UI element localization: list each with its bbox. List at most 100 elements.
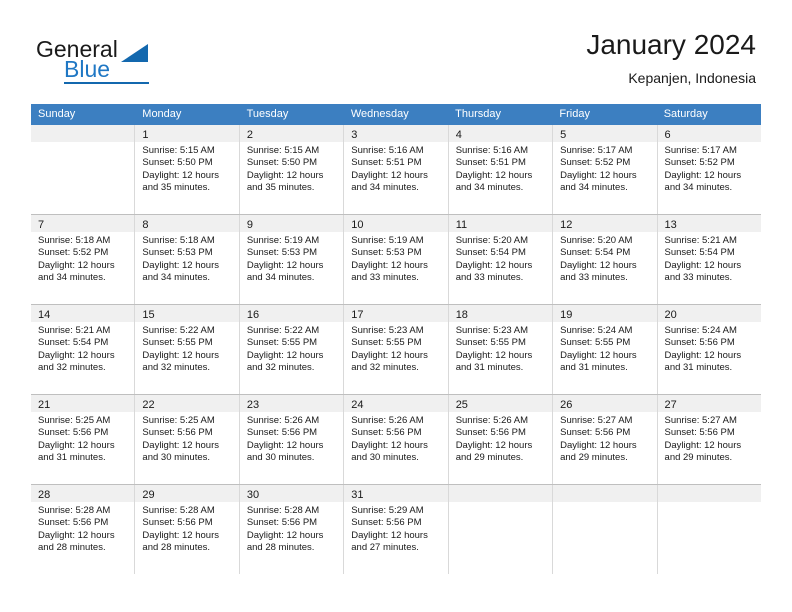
day-cell[interactable]: 16 Sunrise: 5:22 AM Sunset: 5:55 PM Dayligh… — [239, 305, 345, 394]
sunset-text: Sunset: 5:55 PM — [560, 337, 631, 349]
sunrise-text: Sunrise: 5:23 AM — [351, 325, 424, 336]
sunrise-text: Sunrise: 5:17 AM — [560, 145, 633, 156]
daylight-text: Daylight: 12 hours and 34 minutes. — [38, 259, 115, 283]
day-cell[interactable]: 19 Sunrise: 5:24 AM Sunset: 5:55 PM Dayligh… — [553, 305, 658, 394]
day-cell[interactable]: 18 Sunrise: 5:23 AM Sunset: 5:55 PM Dayligh… — [448, 305, 554, 394]
day-info: Sunrise: 5:24 AM Sunset: 5:55 PM Daylight:… — [553, 322, 656, 374]
day-cell[interactable]: 20 Sunrise: 5:24 AM Sunset: 5:56 PM Dayligh… — [657, 305, 761, 394]
day-number-bar: 19 — [553, 305, 657, 322]
day-number: 9 — [246, 219, 253, 231]
day-number: 4 — [455, 129, 462, 141]
sunset-text: Sunset: 5:54 PM — [664, 247, 735, 259]
day-cell[interactable]: 10 Sunrise: 5:19 AM Sunset: 5:53 PM Dayligh… — [344, 215, 449, 304]
sunset-text: Sunset: 5:56 PM — [246, 427, 318, 439]
day-cell-empty — [448, 485, 554, 574]
sunset-text: Sunset: 5:56 PM — [455, 427, 526, 439]
day-cell[interactable]: 5 Sunrise: 5:17 AM Sunset: 5:52 PM Daylight… — [553, 125, 658, 214]
sunrise-text: Sunrise: 5:26 AM — [455, 415, 529, 426]
day-info: Sunrise: 5:27 AM Sunset: 5:56 PM Daylight:… — [553, 412, 656, 464]
day-cell[interactable]: 31 Sunrise: 5:29 AM Sunset: 5:56 PM Dayligh… — [344, 485, 449, 574]
day-cell[interactable]: 2 Sunrise: 5:15 AM Sunset: 5:50 PM Daylight… — [239, 125, 345, 214]
day-number-bar: 24 — [344, 395, 448, 412]
day-cell[interactable]: 30 Sunrise: 5:28 AM Sunset: 5:56 PM Dayligh… — [239, 485, 345, 574]
day-cell[interactable]: 13 Sunrise: 5:21 AM Sunset: 5:54 PM Dayligh… — [657, 215, 761, 304]
day-number-bar: 9 — [239, 215, 344, 232]
daylight-text: Daylight: 12 hours and 33 minutes. — [664, 259, 742, 283]
page-title: January 2024 — [586, 29, 756, 60]
sunrise-text: Sunrise: 5:29 AM — [351, 505, 424, 516]
day-cell[interactable]: 26 Sunrise: 5:27 AM Sunset: 5:56 PM Dayligh… — [553, 395, 658, 484]
day-cell[interactable]: 8 Sunrise: 5:18 AM Sunset: 5:53 PM Daylight… — [135, 215, 240, 304]
day-info: Sunrise: 5:27 AM Sunset: 5:56 PM Daylight:… — [658, 412, 761, 464]
day-cell[interactable]: 12 Sunrise: 5:20 AM Sunset: 5:54 PM Dayligh… — [553, 215, 658, 304]
day-cell[interactable]: 6 Sunrise: 5:17 AM Sunset: 5:52 PM Daylight… — [657, 125, 761, 214]
day-cell[interactable]: 9 Sunrise: 5:19 AM Sunset: 5:53 PM Daylight… — [239, 215, 345, 304]
day-cell[interactable]: 1 Sunrise: 5:15 AM Sunset: 5:50 PM Daylight… — [135, 125, 240, 214]
day-number-bar: 16 — [239, 305, 344, 322]
day-info: Sunrise: 5:26 AM Sunset: 5:56 PM Daylight:… — [240, 412, 343, 464]
day-cell[interactable]: 3 Sunrise: 5:16 AM Sunset: 5:51 PM Daylight… — [344, 125, 449, 214]
day-cell[interactable]: 25 Sunrise: 5:26 AM Sunset: 5:56 PM Dayligh… — [448, 395, 554, 484]
weekday-header-sunday: Sunday — [38, 108, 76, 120]
day-number: 22 — [142, 399, 155, 411]
day-cell[interactable]: 28 Sunrise: 5:28 AM Sunset: 5:56 PM Dayligh… — [31, 485, 136, 574]
day-number-bar: 7 — [31, 215, 135, 232]
sunrise-text: Sunrise: 5:21 AM — [38, 325, 111, 336]
page-header: General Blue January 2024 Kepanjen, Indo… — [0, 0, 792, 100]
daylight-text: Daylight: 12 hours and 33 minutes. — [560, 259, 637, 283]
day-info: Sunrise: 5:18 AM Sunset: 5:53 PM Daylight:… — [135, 232, 238, 284]
daylight-text: Daylight: 12 hours and 32 minutes. — [38, 349, 115, 373]
weekday-header-saturday: Saturday — [663, 108, 708, 120]
day-number: 18 — [455, 309, 468, 321]
daylight-text: Daylight: 12 hours and 30 minutes. — [351, 439, 428, 463]
day-info: Sunrise: 5:19 AM Sunset: 5:53 PM Daylight:… — [240, 232, 343, 284]
daylight-text: Daylight: 12 hours and 28 minutes. — [142, 529, 219, 553]
day-info: Sunrise: 5:19 AM Sunset: 5:53 PM Daylight:… — [344, 232, 447, 284]
day-cell[interactable]: 23 Sunrise: 5:26 AM Sunset: 5:56 PM Dayligh… — [239, 395, 345, 484]
daylight-text: Daylight: 12 hours and 34 minutes. — [560, 169, 637, 193]
day-number: 20 — [664, 309, 677, 321]
logo-text-blue: Blue — [64, 56, 111, 82]
day-number-bar: 14 — [31, 305, 135, 322]
calendar-week-row: 28 Sunrise: 5:28 AM Sunset: 5:56 PM Dayligh… — [31, 484, 761, 574]
day-cell[interactable]: 4 Sunrise: 5:16 AM Sunset: 5:51 PM Daylight… — [448, 125, 554, 214]
day-info: Sunrise: 5:28 AM Sunset: 5:56 PM Daylight:… — [240, 502, 343, 554]
day-number-bar: 3 — [344, 125, 448, 142]
day-number: 1 — [142, 129, 149, 141]
calendar-weeks: 1 Sunrise: 5:15 AM Sunset: 5:50 PM Daylight… — [31, 125, 761, 574]
day-cell[interactable]: 22 Sunrise: 5:25 AM Sunset: 5:56 PM Dayligh… — [135, 395, 240, 484]
day-number-bar: 13 — [657, 215, 761, 232]
weekday-header-monday: Monday — [142, 108, 182, 120]
sunset-text: Sunset: 5:53 PM — [351, 247, 422, 259]
day-number: 8 — [142, 219, 149, 231]
day-cell[interactable]: 29 Sunrise: 5:28 AM Sunset: 5:56 PM Dayligh… — [135, 485, 240, 574]
day-cell[interactable]: 15 Sunrise: 5:22 AM Sunset: 5:55 PM Dayligh… — [135, 305, 240, 394]
sunset-text: Sunset: 5:54 PM — [455, 247, 526, 259]
page-subtitle: Kepanjen, Indonesia — [628, 70, 756, 86]
day-cell[interactable]: 17 Sunrise: 5:23 AM Sunset: 5:55 PM Dayligh… — [344, 305, 449, 394]
day-number: 6 — [664, 129, 671, 141]
day-cell[interactable]: 7 Sunrise: 5:18 AM Sunset: 5:52 PM Daylight… — [31, 215, 136, 304]
day-number-bar: 2 — [239, 125, 344, 142]
day-cell[interactable]: 14 Sunrise: 5:21 AM Sunset: 5:54 PM Dayligh… — [31, 305, 136, 394]
sunset-text: Sunset: 5:54 PM — [38, 337, 109, 349]
day-info: Sunrise: 5:16 AM Sunset: 5:51 PM Daylight:… — [449, 142, 552, 194]
daylight-text: Daylight: 12 hours and 28 minutes. — [38, 529, 115, 553]
day-cell[interactable]: 11 Sunrise: 5:20 AM Sunset: 5:54 PM Dayligh… — [448, 215, 554, 304]
sunrise-text: Sunrise: 5:16 AM — [455, 145, 529, 156]
sunrise-text: Sunrise: 5:19 AM — [246, 235, 320, 246]
sunset-text: Sunset: 5:52 PM — [38, 247, 109, 259]
day-info: Sunrise: 5:17 AM Sunset: 5:52 PM Daylight:… — [553, 142, 656, 194]
sunrise-text: Sunrise: 5:25 AM — [38, 415, 111, 426]
day-number-bar: 11 — [448, 215, 553, 232]
day-number-bar: 12 — [553, 215, 657, 232]
day-number: 23 — [246, 399, 260, 411]
weekday-header-tuesday: Tuesday — [246, 108, 289, 120]
day-cell[interactable]: 21 Sunrise: 5:25 AM Sunset: 5:56 PM Dayligh… — [31, 395, 136, 484]
general-blue-logo[interactable]: General Blue — [36, 36, 236, 88]
day-cell[interactable]: 27 Sunrise: 5:27 AM Sunset: 5:56 PM Dayligh… — [657, 395, 761, 484]
day-info: Sunrise: 5:21 AM Sunset: 5:54 PM Daylight:… — [31, 322, 134, 374]
day-cell[interactable]: 24 Sunrise: 5:26 AM Sunset: 5:56 PM Dayligh… — [344, 395, 449, 484]
day-number-bar: 6 — [657, 125, 761, 142]
sunrise-text: Sunrise: 5:28 AM — [142, 505, 215, 516]
